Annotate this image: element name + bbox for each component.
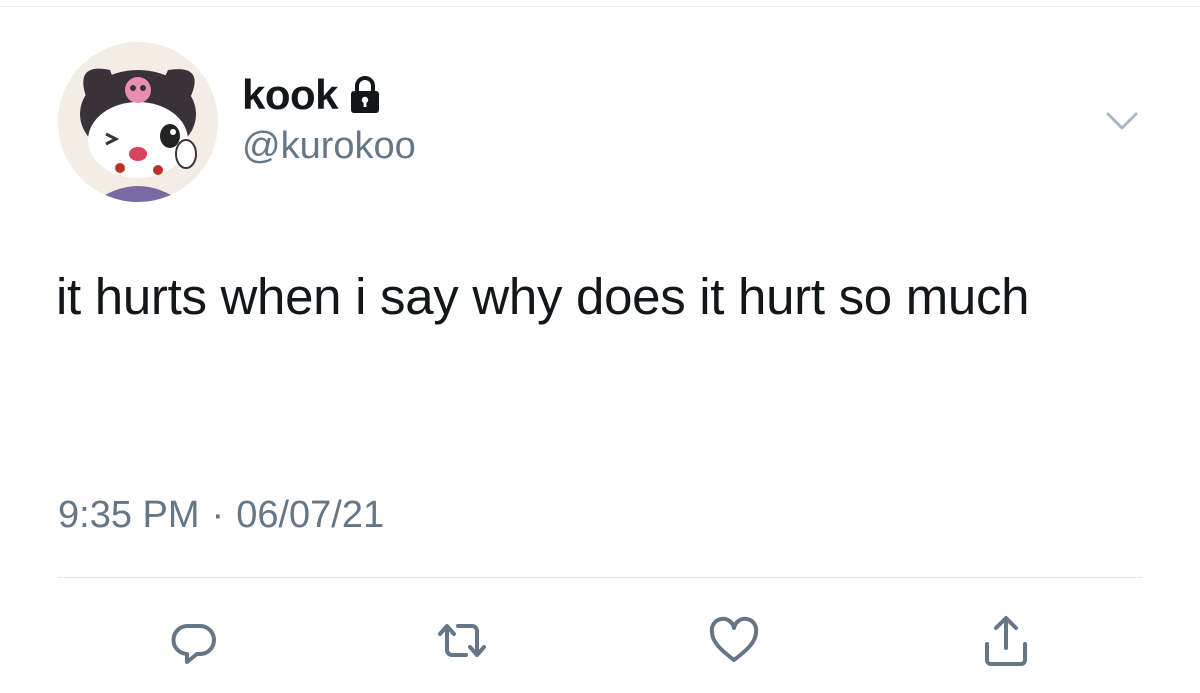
display-name[interactable]: kook xyxy=(242,71,339,119)
share-button[interactable] xyxy=(976,613,1036,669)
like-button[interactable] xyxy=(704,613,764,669)
heart-icon xyxy=(709,616,759,662)
share-icon xyxy=(985,616,1027,666)
chevron-down-icon[interactable] xyxy=(1104,108,1140,134)
tweet-date[interactable]: 06/07/21 xyxy=(236,494,384,537)
user-name-row: kook xyxy=(242,70,382,120)
actions-divider xyxy=(58,577,1142,578)
reply-button[interactable] xyxy=(165,613,225,669)
lock-icon xyxy=(348,75,382,115)
meta-separator: · xyxy=(211,494,225,536)
top-divider xyxy=(0,6,1200,7)
reply-icon xyxy=(171,623,216,664)
tweet-text: it hurts when i say why does it hurt so … xyxy=(56,268,1030,325)
tweet-metadata: 9:35 PM · 06/07/21 xyxy=(58,494,384,537)
retweet-button[interactable] xyxy=(432,613,492,669)
user-handle[interactable]: @kurokoo xyxy=(242,125,416,168)
tweet-time[interactable]: 9:35 PM xyxy=(58,494,200,537)
avatar-image xyxy=(58,42,218,202)
avatar[interactable] xyxy=(58,42,218,202)
retweet-icon xyxy=(438,624,486,657)
